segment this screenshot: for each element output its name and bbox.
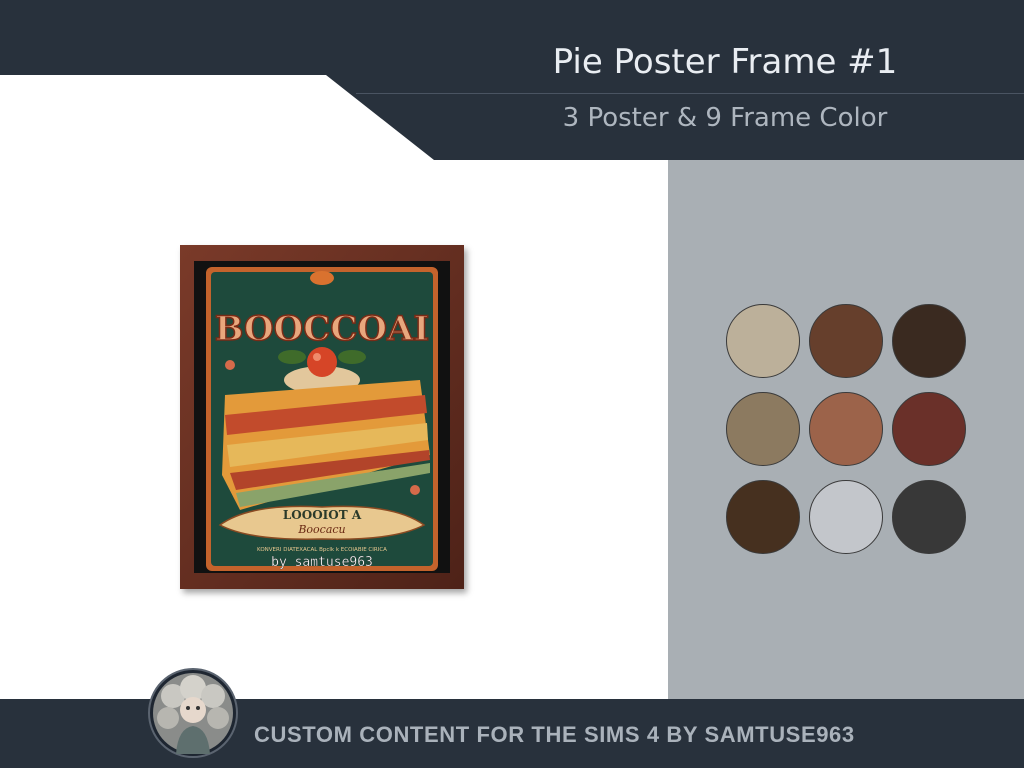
frame-color-swatch [726,480,800,554]
leaf-right [338,350,366,364]
frame-color-swatch [726,304,800,378]
frame-color-swatch [809,392,883,466]
flower-right [410,485,420,495]
poster-small-print: KONVERI DIATEXACAL Bpclk k ECOIABIE CIRI… [257,547,387,553]
banner-line-1: LOOOIOT A [283,508,362,522]
footer-credit: CUSTOM CONTENT FOR THE SIMS 4 BY SAMTUSE… [254,722,855,747]
frame-color-swatch [726,392,800,466]
tomato-highlight [313,353,321,361]
frame-color-swatch [892,304,966,378]
watermark-text: by samtuse963 [271,555,373,570]
header-divider [356,93,1024,94]
swatch-grid [726,304,968,554]
poster-illustration: BOOCCOAI LOOOIOT A Boocacu KONVERI DIATE… [180,245,464,589]
flower-left [225,360,235,370]
frame-color-swatch [809,480,883,554]
tomato [307,347,337,377]
frame-color-swatch [809,304,883,378]
leaf-left [278,350,306,364]
banner-line-2: Boocacu [297,523,345,536]
avatar [148,668,238,758]
page-title: Pie Poster Frame #1 [552,42,898,82]
top-ornament [310,271,334,285]
frame-color-swatch [892,480,966,554]
poster-headline: BOOCCOAI [215,309,430,349]
page-subtitle: 3 Poster & 9 Frame Color [562,103,888,133]
frame-color-swatch [892,392,966,466]
poster-preview: BOOCCOAI LOOOIOT A Boocacu KONVERI DIATE… [180,245,464,589]
